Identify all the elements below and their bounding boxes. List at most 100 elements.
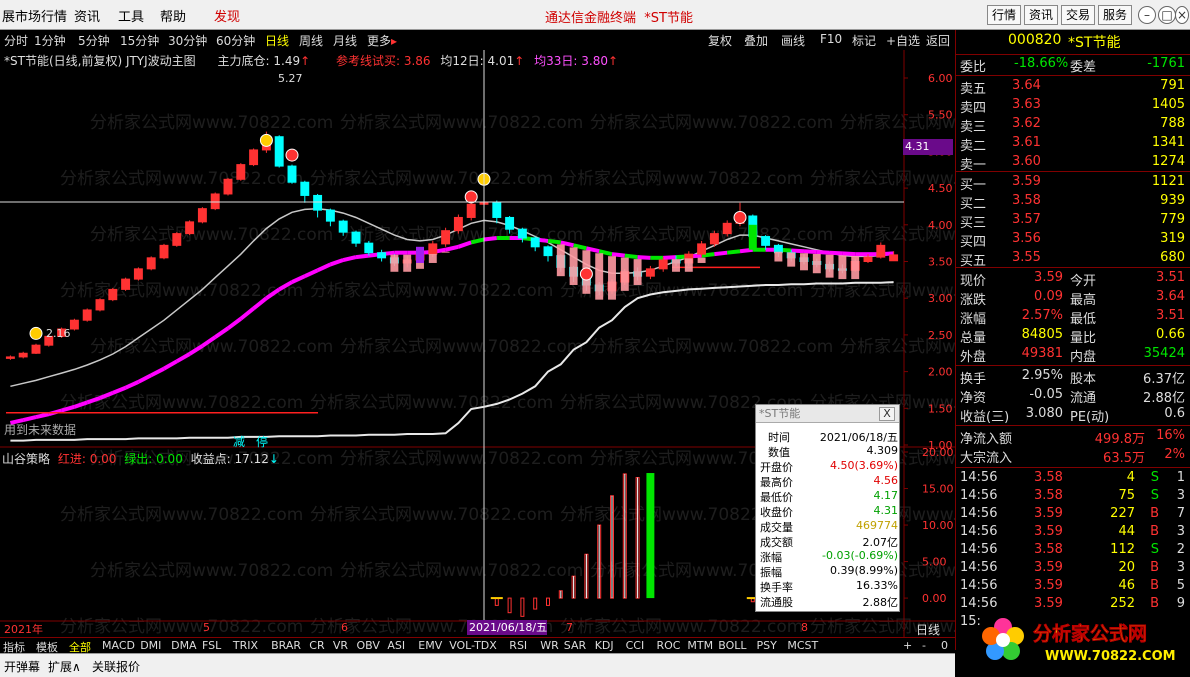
add-watchlist-button[interactable]: +自选 — [886, 32, 920, 49]
data-window-label: 振幅 — [760, 566, 782, 579]
period-weekly[interactable]: 周线 — [299, 32, 323, 49]
indicator-tab[interactable]: OBV — [357, 639, 380, 652]
bid-volume: 319 — [1160, 231, 1185, 246]
indicator-tab[interactable]: FSL — [202, 639, 221, 652]
expand-button[interactable]: 扩展∧ — [48, 658, 81, 675]
bid-row: 买四 3.56 319 — [956, 231, 1190, 250]
period-15min[interactable]: 15分钟 — [120, 32, 159, 49]
menubar: 展市场行情 资讯 工具 帮助 发现 通达信金融终端 *ST节能 行情 资讯 交易… — [0, 0, 1190, 30]
data-window-row: 时间 2021/06/18/五 — [756, 429, 901, 444]
stock-code: 000820 — [1008, 32, 1062, 48]
profit-star-icon — [259, 133, 273, 147]
zoom-reset-button[interactable]: 0 — [941, 639, 948, 652]
stat-label: 今开 — [1070, 274, 1097, 289]
tick-row: 14:56 3.59 20 B 3 — [956, 560, 1190, 578]
zone-bar — [595, 253, 604, 300]
data-window-label: 成交额 — [760, 536, 793, 549]
zone-bar — [697, 257, 706, 263]
period-1min[interactable]: 1分钟 — [34, 32, 66, 49]
indicator-tab[interactable]: MCST — [787, 639, 818, 652]
menu-discover[interactable]: 发现 — [214, 6, 240, 25]
f10-button[interactable]: F10 — [820, 32, 842, 46]
indicator-tab[interactable]: TRIX — [233, 639, 258, 652]
indicator-tab[interactable]: SAR — [564, 639, 586, 652]
indicator-tab[interactable]: KDJ — [595, 639, 614, 652]
indicator-tab[interactable]: ROC — [657, 639, 681, 652]
candle-body — [146, 257, 156, 270]
service-button[interactable]: 服务 — [1098, 5, 1133, 25]
indicator-tab[interactable]: PSY — [757, 639, 777, 652]
mark-button[interactable]: 标记 — [852, 32, 876, 49]
data-window-row: 成交额 2.07亿 — [756, 534, 901, 549]
quote-button[interactable]: 行情 — [987, 5, 1022, 25]
price-tick-label: 5.50 — [928, 109, 953, 122]
indicator-tab[interactable]: DMA — [171, 639, 197, 652]
minimize-icon[interactable]: – — [1138, 6, 1156, 24]
zone-bar — [633, 259, 642, 285]
zone-bar — [428, 253, 437, 263]
data-window-label: 涨幅 — [760, 551, 782, 564]
stat-label: 换手 — [960, 372, 987, 387]
indicator-tab[interactable]: WR — [540, 639, 559, 652]
stat-value: 3.51 — [1156, 270, 1185, 285]
candle-body — [645, 268, 655, 277]
period-daily[interactable]: 日线 — [265, 32, 289, 49]
period-60min[interactable]: 60分钟 — [216, 32, 255, 49]
period-more[interactable]: 更多▸ — [367, 32, 397, 49]
tick-count: 2 — [1176, 542, 1185, 557]
data-window-row: 涨幅 -0.03(-0.69%) — [756, 549, 901, 564]
tick-time: 14:56 — [960, 524, 998, 539]
data-window-close-button[interactable]: X — [879, 407, 895, 421]
bid-price: 3.58 — [1012, 193, 1041, 208]
indicator-tab[interactable]: MACD — [102, 639, 135, 652]
menu-tools[interactable]: 工具 — [118, 6, 144, 25]
related-quotes-button[interactable]: 关联报价 — [92, 658, 140, 675]
indicator-tab[interactable]: EMV — [418, 639, 442, 652]
ma33-segment — [803, 249, 817, 254]
indicator-tab[interactable]: VOL-TDX — [449, 639, 497, 652]
zoom-in-button[interactable]: + — [903, 639, 912, 652]
candle-body — [159, 244, 169, 259]
indicator-tab[interactable]: MTM — [687, 639, 713, 652]
flow-label: 大宗流入 — [960, 451, 1013, 466]
tick-side: S — [1150, 488, 1159, 503]
watermark-text: 分析家公式网www.70822.com — [310, 169, 553, 189]
ma33-segment — [303, 268, 319, 278]
data-window-title: *ST节能 — [756, 405, 899, 423]
ma33-segment — [663, 255, 677, 260]
info-button[interactable]: 资讯 — [1024, 5, 1059, 25]
period-5min[interactable]: 5分钟 — [78, 32, 110, 49]
back-button[interactable]: 返回 — [926, 32, 950, 49]
indicator-tab[interactable]: DMI — [140, 639, 161, 652]
tick-count: 5 — [1176, 578, 1185, 593]
indicator-tab[interactable]: ASI — [387, 639, 405, 652]
restore-icon[interactable]: □ — [1158, 6, 1176, 24]
candle-body — [133, 268, 143, 280]
overlay-button[interactable]: 叠加 — [744, 32, 768, 49]
draw-line-button[interactable]: 画线 — [781, 32, 805, 49]
period-timeshare[interactable]: 分时 — [4, 32, 28, 49]
indicator-tab[interactable]: CR — [309, 639, 324, 652]
trade-button[interactable]: 交易 — [1061, 5, 1096, 25]
x-label-may: 5 — [203, 621, 210, 634]
period-monthly[interactable]: 月线 — [333, 32, 357, 49]
x-label-year: 2021年 — [4, 623, 43, 636]
menu-news[interactable]: 资讯 — [74, 6, 100, 25]
bid-row: 买三 3.57 779 — [956, 212, 1190, 231]
close-icon[interactable]: × — [1175, 6, 1189, 24]
indicator-tab[interactable]: BOLL — [718, 639, 746, 652]
danmu-button[interactable]: 开弹幕 — [4, 658, 40, 675]
data-window[interactable]: *ST节能 X 时间 2021/06/18/五 数值 4.309 开盘价 4.50(3.6… — [755, 404, 900, 612]
menu-market[interactable]: 展市场行情 — [2, 6, 67, 25]
indicator-tab[interactable]: BRAR — [271, 639, 301, 652]
indicator-tab[interactable]: RSI — [509, 639, 527, 652]
indicator-tab[interactable]: VR — [333, 639, 348, 652]
sub-tick-label: 5.00 — [922, 556, 947, 569]
tick-time: 14:56 — [960, 560, 998, 575]
candle-body — [121, 278, 131, 290]
zoom-out-button[interactable]: - — [922, 639, 926, 652]
period-30min[interactable]: 30分钟 — [168, 32, 207, 49]
menu-help[interactable]: 帮助 — [160, 6, 186, 25]
indicator-tab[interactable]: CCI — [626, 639, 645, 652]
fuquan-button[interactable]: 复权 — [708, 32, 732, 49]
